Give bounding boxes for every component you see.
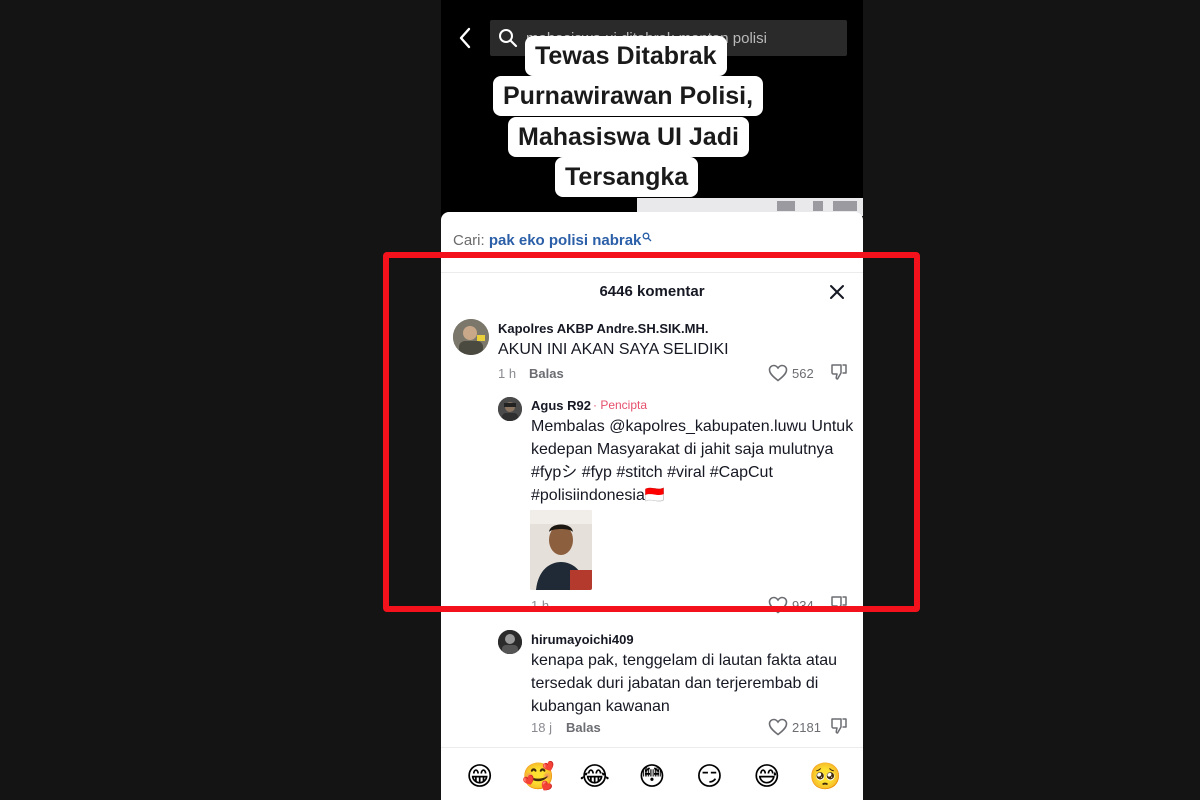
like-count: 2181 <box>792 720 821 735</box>
heart-icon[interactable] <box>768 718 788 736</box>
emoji-quick-bar: 😁 🥰 😂 😳 😏 😅 🥺 <box>441 757 863 797</box>
search-suggestion-query[interactable]: pak eko polisi nabrak <box>489 232 642 249</box>
video-caption-line: Tersangka <box>555 157 699 197</box>
video-player[interactable]: mahasiswa ui ditabrak mantan polisi Tewa… <box>441 0 863 230</box>
video-caption-line: Mahasiswa UI Jadi <box>508 117 749 157</box>
emoji-smirk-button[interactable]: 😏 <box>694 762 724 792</box>
video-caption-line: Tewas Ditabrak <box>525 36 727 76</box>
comment-text: kenapa pak, tenggelam di lautan fakta at… <box>531 652 837 715</box>
comment-username[interactable]: hirumayoichi409 <box>531 632 634 647</box>
comment-time: 18 j <box>531 720 552 735</box>
emoji-sweat-smile-button[interactable]: 😅 <box>752 762 782 792</box>
search-icon <box>642 232 652 242</box>
search-icon <box>499 29 518 48</box>
emoji-pleading-button[interactable]: 🥺 <box>809 762 841 792</box>
avatar[interactable] <box>498 630 522 654</box>
emoji-flushed-button[interactable]: 😳 <box>637 762 667 792</box>
emoji-grin-button[interactable]: 😁 <box>465 762 495 792</box>
video-caption-line: Purnawirawan Polisi, <box>493 76 764 116</box>
divider <box>441 747 863 748</box>
chevron-left-icon <box>459 27 471 49</box>
back-button[interactable] <box>453 24 477 52</box>
search-suggestion[interactable]: Cari: pak eko polisi nabrak <box>453 232 652 249</box>
search-suggestion-prefix: Cari: <box>453 232 485 249</box>
emoji-hearts-button[interactable]: 🥰 <box>522 762 554 792</box>
emoji-laugh-button[interactable]: 😂 <box>580 762 610 792</box>
dislike-icon[interactable] <box>830 717 848 735</box>
reply-button[interactable]: Balas <box>566 720 601 735</box>
red-highlight-box <box>383 252 920 612</box>
